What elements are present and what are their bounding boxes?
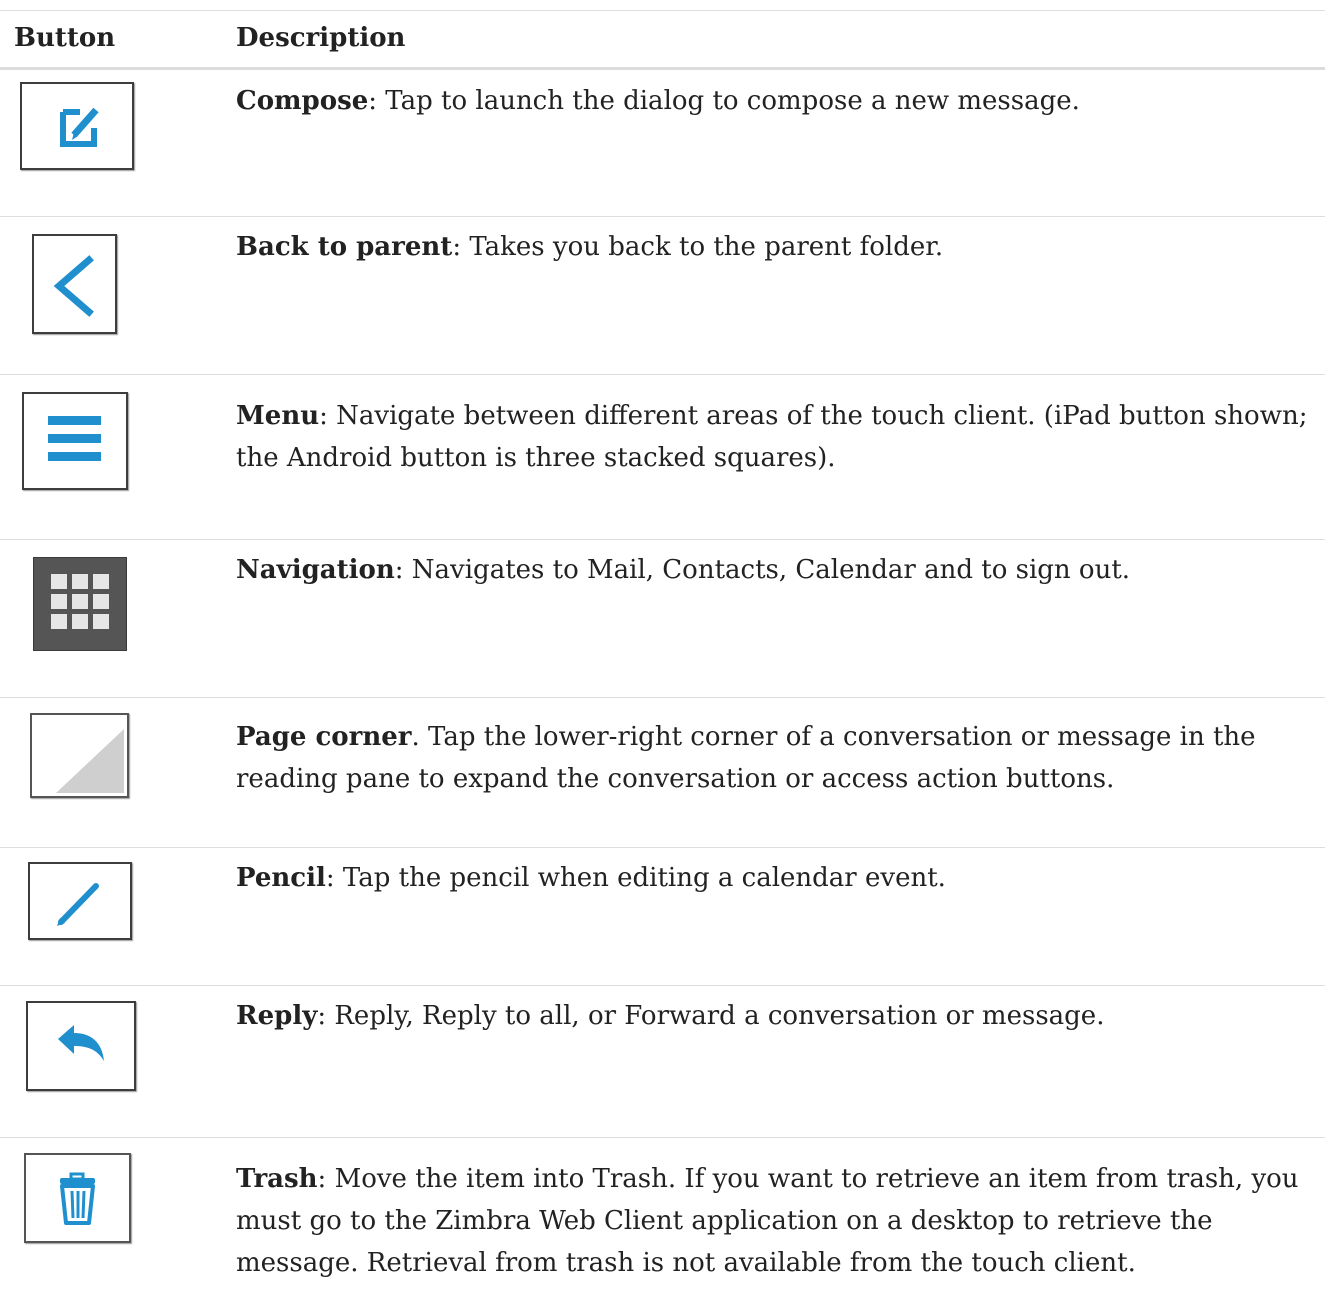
table-row-navigation: Navigation: Navigates to Mail, Contacts,…	[0, 539, 1325, 698]
menu-icon	[48, 416, 101, 461]
table-row-page-corner: Page corner. Tap the lower-right corner …	[0, 697, 1325, 848]
reply-button[interactable]	[26, 1001, 136, 1091]
table-header-row: Button Description	[0, 11, 1325, 70]
header-description: Description	[236, 23, 406, 53]
pencil-button[interactable]	[28, 862, 132, 940]
row-text: Takes you back to the parent folder.	[469, 232, 944, 262]
grid-icon	[51, 574, 109, 629]
row-term: Navigation	[236, 555, 395, 585]
navigation-button[interactable]	[33, 557, 127, 651]
row-description: Compose: Tap to launch the dialog to com…	[236, 86, 1080, 116]
table-row-pencil: Pencil: Tap the pencil when editing a ca…	[0, 847, 1325, 986]
row-term: Trash	[236, 1164, 318, 1194]
row-term: Pencil	[236, 863, 326, 893]
page-corner-icon	[56, 729, 124, 793]
row-description: Reply: Reply, Reply to all, or Forward a…	[236, 1001, 1105, 1031]
trash-button[interactable]	[24, 1153, 131, 1243]
table-row-trash: Trash: Move the item into Trash. If you …	[0, 1137, 1325, 1289]
row-description: Menu: Navigate between different areas o…	[236, 401, 1308, 473]
row-description: Navigation: Navigates to Mail, Contacts,…	[236, 555, 1131, 585]
row-term: Back to parent	[236, 232, 453, 262]
reply-icon	[58, 1025, 104, 1061]
button-description-table: Button Description Compose: Tap to launc…	[0, 10, 1325, 1278]
row-term: Reply	[236, 1001, 318, 1031]
back-to-parent-button[interactable]	[32, 234, 117, 334]
row-text: Navigates to Mail, Contacts, Calendar an…	[411, 555, 1131, 585]
table-row-back: Back to parent: Takes you back to the pa…	[0, 216, 1325, 375]
row-description: Page corner. Tap the lower-right corner …	[236, 722, 1256, 794]
trash-icon	[60, 1172, 95, 1225]
row-text: Navigate between different areas of the …	[236, 401, 1308, 473]
pencil-icon	[57, 883, 99, 926]
table-row-menu: Menu: Navigate between different areas o…	[0, 374, 1325, 540]
page-corner-button[interactable]	[30, 713, 129, 798]
row-text: Move the item into Trash. If you want to…	[236, 1164, 1299, 1278]
menu-button[interactable]	[22, 392, 128, 490]
row-description: Trash: Move the item into Trash. If you …	[236, 1164, 1299, 1278]
table-row-compose: Compose: Tap to launch the dialog to com…	[0, 70, 1325, 217]
compose-icon	[60, 107, 99, 147]
header-button: Button	[14, 23, 116, 53]
row-term: Compose	[236, 86, 369, 116]
row-description: Back to parent: Takes you back to the pa…	[236, 232, 944, 262]
row-description: Pencil: Tap the pencil when editing a ca…	[236, 863, 946, 893]
row-text: Tap to launch the dialog to compose a ne…	[385, 86, 1080, 116]
table-row-reply: Reply: Reply, Reply to all, or Forward a…	[0, 985, 1325, 1138]
row-text: Tap the pencil when editing a calendar e…	[342, 863, 946, 893]
row-term: Menu	[236, 401, 320, 431]
back-arrow-icon	[53, 255, 94, 317]
row-term: Page corner	[236, 722, 412, 752]
row-text: Reply, Reply to all, or Forward a conver…	[334, 1001, 1105, 1031]
compose-button[interactable]	[20, 82, 134, 170]
